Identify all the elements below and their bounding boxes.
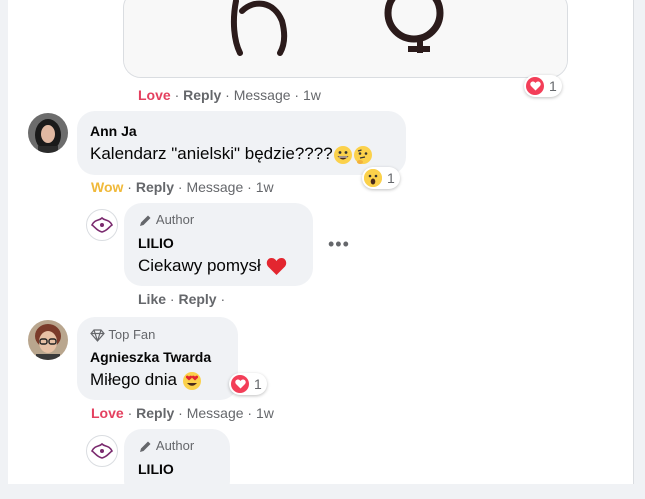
separator: · xyxy=(247,179,252,195)
reply-link[interactable]: Reply xyxy=(183,87,221,103)
author-badge: Author xyxy=(138,212,194,228)
comment-text-row: Kalendarz "anielski" będzie???? xyxy=(90,144,373,165)
reaction-count: 1 xyxy=(387,170,395,186)
pencil-icon xyxy=(140,215,151,227)
separator: · xyxy=(247,405,253,421)
more-options-button[interactable]: ••• xyxy=(328,234,350,255)
separator: · xyxy=(169,291,175,307)
avatar[interactable] xyxy=(86,435,118,467)
reply-author[interactable]: LILIO xyxy=(138,461,174,477)
avatar[interactable] xyxy=(28,113,68,153)
top-fan-label: Top Fan xyxy=(108,327,156,342)
comment-text: Kalendarz "anielski" będzie???? xyxy=(90,144,333,163)
heart-icon xyxy=(526,77,544,95)
like-link[interactable]: Like xyxy=(138,291,166,307)
reply-text: Ciekawy pomysł xyxy=(138,256,261,275)
sketch-image xyxy=(124,0,567,77)
message-link[interactable]: Message xyxy=(187,405,244,421)
separator: · xyxy=(174,87,180,103)
comment-actions: Wow · Reply · Message · 1w xyxy=(91,179,274,195)
reaction-count: 1 xyxy=(549,78,557,94)
top-fan-badge: Top Fan xyxy=(90,327,155,342)
love-reaction-link[interactable]: Love xyxy=(91,405,124,421)
comment-actions: Love · Reply · Message · 1w xyxy=(138,87,321,103)
comment-author[interactable]: Agnieszka Twarda xyxy=(90,349,211,365)
reply-link[interactable]: Reply xyxy=(178,291,216,307)
separator: · xyxy=(127,405,133,421)
timestamp[interactable]: 1w xyxy=(256,405,274,421)
love-reaction-link[interactable]: Love xyxy=(138,87,171,103)
scrollbar-track[interactable] xyxy=(633,0,634,484)
separator: · xyxy=(127,179,132,195)
reply-link[interactable]: Reply xyxy=(136,405,174,421)
separator: · xyxy=(178,405,183,421)
thinking-emoji-icon xyxy=(353,145,372,164)
reaction-count: 1 xyxy=(254,376,262,392)
timestamp[interactable]: 1w xyxy=(256,179,274,195)
reply-link[interactable]: Reply xyxy=(136,179,174,195)
wow-face-icon xyxy=(364,169,382,187)
reply-text-row: Ciekawy pomysł xyxy=(138,256,287,276)
grin-emoji-icon xyxy=(333,145,352,164)
reply-actions: Like · Reply · xyxy=(138,291,225,307)
message-link[interactable]: Message xyxy=(234,87,291,103)
red-heart-emoji-icon xyxy=(266,258,286,276)
author-badge-label: Author xyxy=(155,438,195,453)
comment-author[interactable]: Ann Ja xyxy=(90,123,137,139)
wow-reaction-link[interactable]: Wow xyxy=(91,179,123,195)
reaction-summary[interactable]: 1 xyxy=(229,373,267,395)
reply-author[interactable]: LILIO xyxy=(138,235,174,251)
author-badge-label: Author xyxy=(155,212,195,227)
heart-eyes-emoji-icon xyxy=(182,371,201,390)
avatar[interactable] xyxy=(86,209,118,241)
heart-icon xyxy=(231,375,249,393)
timestamp[interactable]: 1w xyxy=(303,87,321,103)
separator: · xyxy=(220,291,226,307)
comment-image[interactable] xyxy=(123,0,568,78)
comment-actions: Love · Reply · Message · 1w xyxy=(91,405,274,421)
author-badge: Author xyxy=(138,438,194,454)
separator: · xyxy=(225,87,230,103)
comment-bubble xyxy=(77,111,406,175)
comment-text: Miłego dnia xyxy=(90,370,177,389)
reaction-summary[interactable]: 1 xyxy=(362,167,400,189)
avatar[interactable] xyxy=(28,320,68,360)
reaction-summary[interactable]: 1 xyxy=(524,75,562,97)
comment-text-row: Miłego dnia xyxy=(90,370,202,391)
separator: · xyxy=(294,87,300,103)
separator: · xyxy=(177,179,183,195)
pencil-icon xyxy=(140,441,151,453)
diamond-icon xyxy=(90,329,105,342)
message-link[interactable]: Message xyxy=(186,179,243,195)
